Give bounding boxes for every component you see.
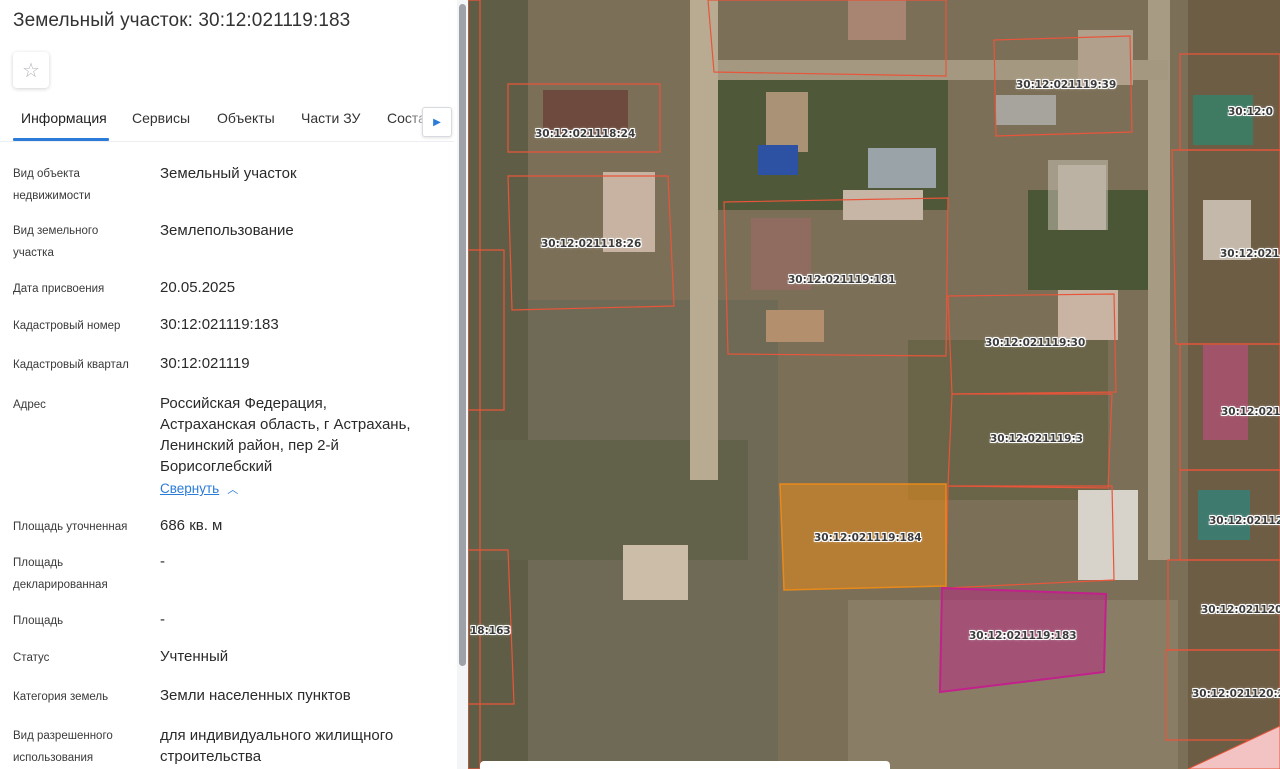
selected-parcel-label[interactable]: 30:12:021119:183 [969,630,1077,642]
satellite-imagery [468,0,1280,769]
address-line: Астраханская область, г Астрахань, [160,416,411,433]
field-value-status: Учтенный [160,648,229,665]
parcel-label[interactable]: 30:12:021118:26 [541,238,641,250]
address-line: Российская Федерация, [160,395,327,412]
panel-scrollbar-thumb[interactable] [459,4,466,666]
field-label-address: Адрес [13,399,46,411]
parcel-label[interactable]: 30:12:021119:184 [814,532,922,544]
field-value-object-type: Земельный участок [160,165,297,182]
parcel-label[interactable]: 30:12:02112 [1209,515,1280,527]
field-value-area-declared: - [160,553,165,570]
parcel-label[interactable]: 30:12:021 [1220,248,1280,260]
tab-bar: Информация Сервисы Объекты Части ЗУ Сост… [0,103,454,142]
tab-objects[interactable]: Объекты [217,110,275,126]
parcel-label[interactable]: 18:163 [470,625,511,637]
field-value-area-refined: 686 кв. м [160,517,223,534]
parcel-label[interactable]: 30:12:0 [1228,106,1273,118]
field-value-permitted-use: для индивидуального жилищного строительст… [160,727,394,765]
parcel-label[interactable]: 30:12:021120:2 [1192,688,1280,700]
parcel-label[interactable]: 30:12:021119:30 [985,337,1085,349]
address-line: Борисоглебский [160,458,273,475]
collapse-address-link[interactable]: Свернуть ︿ [160,481,238,497]
collapse-label: Свернуть [160,481,220,496]
field-value-cadastral-number[interactable]: 30:12:021119:183 [160,314,450,335]
parcel-label[interactable]: 30:12:021118:24 [535,128,635,140]
field-value-land-type: Землепользование [160,222,294,239]
field-label-land-type: Вид земельного участка [13,225,99,259]
field-label-permitted-use: Вид разрешенного использования [13,730,113,764]
field-label-assign-date: Дата присвоения [13,283,105,295]
field-label-object-type: Вид объекта недвижимости [13,168,91,202]
tab-information[interactable]: Информация [21,110,107,126]
field-value-area: - [160,611,165,628]
page-title: Земельный участок: 30:12:021119:183 [13,10,351,31]
address-line: Ленинский район, пер 2-й [160,437,339,454]
tab-services[interactable]: Сервисы [132,110,190,126]
field-label-area-refined: Площадь уточненная [13,521,128,533]
field-label-cadastral-quarter: Кадастровый квартал [13,359,129,371]
tab-parts[interactable]: Части ЗУ [301,110,360,126]
field-label-cadastral-number: Кадастровый номер [13,320,121,332]
chevron-up-icon: ︿ [227,484,239,496]
field-value-cadastral-quarter[interactable]: 30:12:021119 [160,353,450,374]
field-label-area: Площадь [13,615,64,627]
chevron-right-icon: ▶ [433,116,441,128]
favorite-button[interactable]: ☆ [13,52,49,88]
map-bottom-panel[interactable] [480,761,890,769]
cadastral-map[interactable]: 30:12:021119:39 30:12:021118:24 30:12:02… [468,0,1280,769]
field-value-assign-date: 20.05.2025 [160,279,236,296]
field-value-address: Российская Федерация, Астраханская облас… [160,393,450,477]
parcel-label[interactable]: 30:12:021119:39 [1016,79,1116,91]
active-tab-indicator [13,138,109,141]
star-outline-icon: ☆ [22,59,40,82]
field-label-status: Статус [13,652,50,664]
parcel-label[interactable]: 30:12:0211 [1221,406,1280,418]
parcel-label[interactable]: 30:12:021119:181 [788,274,896,286]
field-label-land-category: Категория земель [13,691,109,703]
parcel-label[interactable]: 30:12:021119:3 [990,433,1083,445]
tabs-scroll-right-button[interactable]: ▶ [422,107,452,137]
info-panel: Земельный участок: 30:12:021119:183 ☆ Ин… [0,0,468,769]
field-value-land-category: Земли населенных пунктов [160,687,351,704]
field-label-area-declared: Площадь декларированная [13,557,108,591]
parcel-label[interactable]: 30:12:021120: [1201,604,1280,616]
